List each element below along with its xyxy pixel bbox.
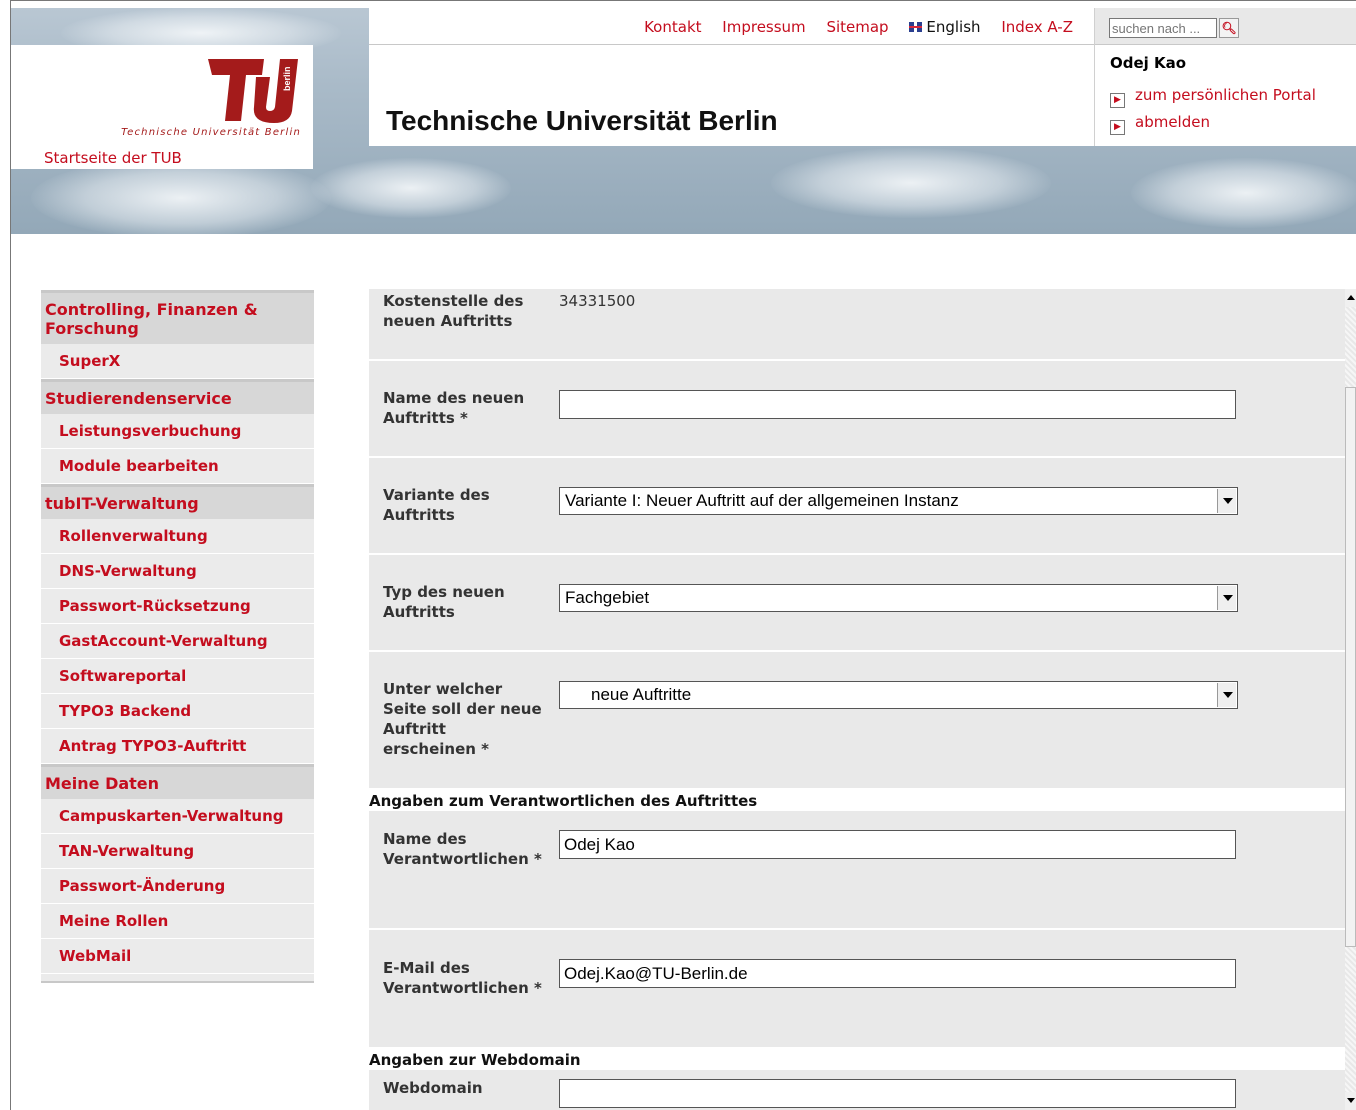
variante-selected: Variante I: Neuer Auftritt auf der allge… [565, 491, 959, 510]
arrow-right-icon: ▶ [1110, 93, 1125, 108]
tu-logo[interactable]: berlin [206, 55, 302, 125]
portal-link[interactable]: ▶ zum persönlichen Portal [1110, 86, 1316, 108]
user-box: 🔍︎ Odej Kao ▶ zum persönlichen Portal ▶ ab… [1094, 8, 1356, 146]
sidebar-item-meine-rollen[interactable]: Meine Rollen [41, 904, 314, 939]
seite-label: Unter welcher Seite soll der neue Auftri… [383, 680, 542, 758]
link-english-label: English [926, 18, 981, 36]
search-button[interactable]: 🔍︎ [1219, 18, 1239, 38]
link-impressum[interactable]: Impressum [722, 18, 805, 36]
sidebar-item-dns[interactable]: DNS-Verwaltung [41, 554, 314, 589]
page-title: Technische Universität Berlin [386, 105, 778, 136]
sidebar-group-tubit[interactable]: tubIT-Verwaltung [41, 484, 314, 519]
section-verantwortlich: Angaben zum Verantwortlichen des Auftrit… [369, 790, 1345, 811]
sidebar-item-softwareportal[interactable]: Softwareportal [41, 659, 314, 694]
sidebar-item-typo3-backend[interactable]: TYPO3 Backend [41, 694, 314, 729]
sidebar-item-campuskarten[interactable]: Campuskarten-Verwaltung [41, 799, 314, 834]
dropdown-arrow-icon[interactable] [1217, 586, 1236, 610]
sidebar-item-passwort-aenderung[interactable]: Passwort-Änderung [41, 869, 314, 904]
verantw-email-label: E-Mail des Verantwortlichen * [383, 959, 542, 997]
row-name: Name des neuen Auftritts * [369, 361, 1345, 458]
scroll-down-icon[interactable] [1345, 1092, 1356, 1110]
sidebar-item-module-bearbeiten[interactable]: Module bearbeiten [41, 449, 314, 484]
section-webdomain: Angaben zur Webdomain [369, 1049, 1345, 1070]
form-area: Kostenstelle des neuen Auftritts 3433150… [369, 289, 1345, 1110]
name-label: Name des neuen Auftritts * [383, 389, 525, 427]
sidebar-item-antrag-typo3[interactable]: Antrag TYPO3-Auftritt [41, 729, 314, 764]
kostenstelle-value: 34331500 [559, 292, 636, 310]
row-typ: Typ des neuen Auftritts Fachgebiet [369, 555, 1345, 652]
row-webdomain: Webdomain [369, 1070, 1345, 1110]
typ-selected: Fachgebiet [565, 588, 650, 607]
sidebar-nav: Controlling, Finanzen & Forschung SuperX… [41, 290, 314, 983]
sidebar-item-passwort-ruecksetzung[interactable]: Passwort-Rücksetzung [41, 589, 314, 624]
typ-select[interactable]: Fachgebiet [559, 584, 1238, 612]
row-verantw-name: Name des Verantwortlichen * [369, 811, 1345, 930]
typ-label: Typ des neuen Auftritts [383, 583, 505, 621]
sidebar-item-superx[interactable]: SuperX [41, 344, 314, 379]
kostenstelle-label: Kostenstelle des neuen Auftritts [383, 292, 524, 330]
top-links-bar: Kontakt Impressum Sitemap English Index … [369, 8, 1095, 45]
webdomain-input[interactable] [559, 1079, 1236, 1108]
variante-select[interactable]: Variante I: Neuer Auftritt auf der allge… [559, 487, 1238, 515]
logout-link-label: abmelden [1135, 113, 1210, 131]
link-sitemap[interactable]: Sitemap [826, 18, 888, 36]
sidebar-item-tan[interactable]: TAN-Verwaltung [41, 834, 314, 869]
row-seite: Unter welcher Seite soll der neue Auftri… [369, 652, 1345, 790]
scroll-up-icon[interactable] [1345, 289, 1356, 307]
dropdown-arrow-icon[interactable] [1217, 683, 1236, 707]
variante-label: Variante des Auftritts [383, 486, 490, 524]
sidebar-item-rollenverwaltung[interactable]: Rollenverwaltung [41, 519, 314, 554]
user-name: Odej Kao [1110, 54, 1187, 72]
row-verantw-email: E-Mail des Verantwortlichen * [369, 930, 1345, 1049]
row-variante: Variante des Auftritts Variante I: Neuer… [369, 458, 1345, 555]
link-english[interactable]: English [909, 18, 981, 36]
logo-text: Technische Universität Berlin [121, 127, 301, 138]
verantw-name-label: Name des Verantwortlichen * [383, 830, 542, 868]
dropdown-arrow-icon[interactable] [1217, 489, 1236, 513]
svg-text:berlin: berlin [282, 66, 292, 91]
home-link[interactable]: Startseite der TUB [44, 149, 182, 167]
scroll-thumb[interactable] [1345, 387, 1356, 947]
logout-link[interactable]: ▶ abmelden [1110, 113, 1210, 135]
seite-selected: neue Auftritte [591, 685, 692, 704]
search-icon: 🔍︎ [1221, 21, 1237, 35]
row-kostenstelle: Kostenstelle des neuen Auftritts 3433150… [369, 289, 1345, 361]
sidebar-group-controlling[interactable]: Controlling, Finanzen & Forschung [41, 290, 314, 344]
webdomain-label: Webdomain [383, 1079, 483, 1097]
link-kontakt[interactable]: Kontakt [644, 18, 701, 36]
verantw-email-input[interactable] [559, 959, 1236, 988]
name-input[interactable] [559, 390, 1236, 419]
top-links: Kontakt Impressum Sitemap English Index … [628, 18, 1073, 36]
uk-flag-icon [909, 22, 923, 32]
form-scrollbar[interactable] [1345, 289, 1356, 1110]
search-bar: 🔍︎ [1095, 8, 1356, 45]
arrow-right-icon: ▶ [1110, 120, 1125, 135]
search-input[interactable] [1109, 18, 1217, 38]
sidebar-item-webmail[interactable]: WebMail [41, 939, 314, 974]
sidebar-item-gastaccount[interactable]: GastAccount-Verwaltung [41, 624, 314, 659]
seite-select[interactable]: neue Auftritte [559, 681, 1238, 709]
title-box: Technische Universität Berlin [369, 45, 1095, 146]
link-index-az[interactable]: Index A-Z [1001, 18, 1073, 36]
sidebar-end [41, 974, 314, 983]
portal-link-label: zum persönlichen Portal [1135, 86, 1316, 104]
sidebar-item-leistungsverbuchung[interactable]: Leistungsverbuchung [41, 414, 314, 449]
sidebar-group-meine-daten[interactable]: Meine Daten [41, 764, 314, 799]
sidebar-group-studierendenservice[interactable]: Studierendenservice [41, 379, 314, 414]
logo-box: berlin Technische Universität Berlin Sta… [11, 45, 313, 169]
verantw-name-input[interactable] [559, 830, 1236, 859]
